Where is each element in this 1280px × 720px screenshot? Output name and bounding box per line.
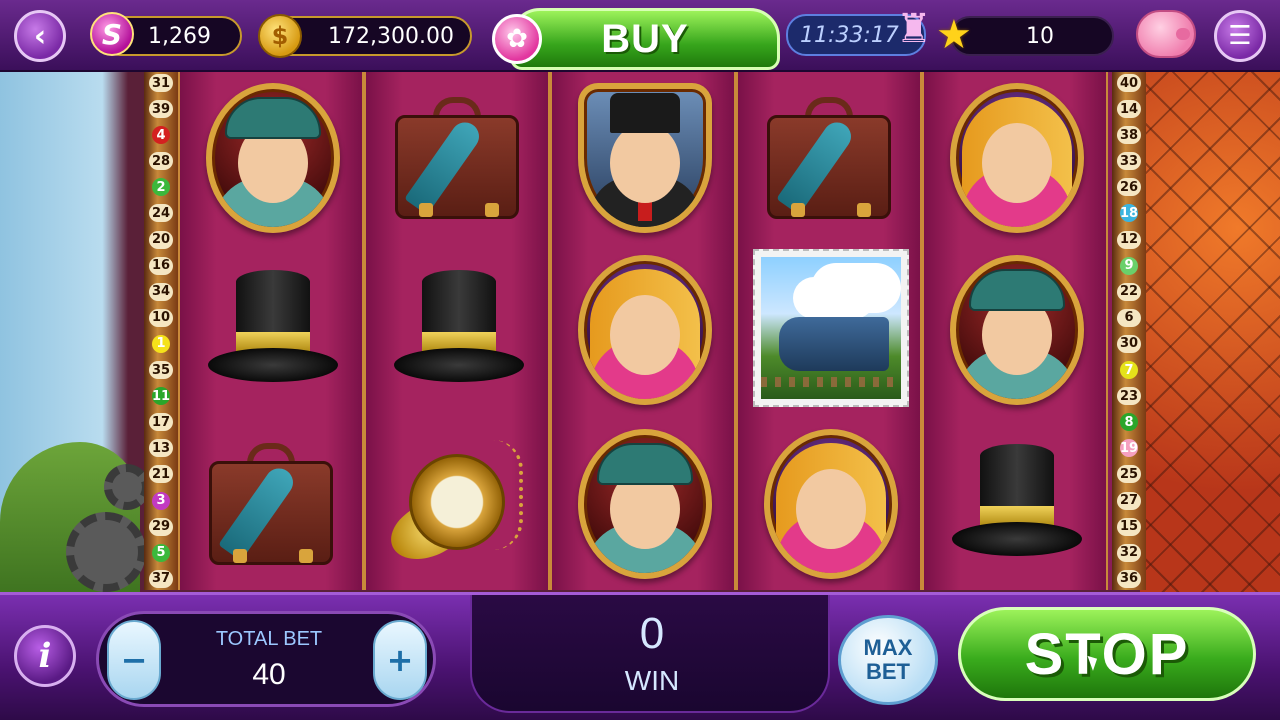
payline-number: 40 xyxy=(1117,74,1141,92)
reels-area xyxy=(178,72,1112,590)
payline-number: 14 xyxy=(1117,100,1141,119)
payline-number: 2 xyxy=(152,178,170,197)
payline-number: 10 xyxy=(149,308,173,327)
chinese-man-symbol xyxy=(937,250,1097,410)
win-value: 0 xyxy=(639,609,665,658)
payline-number: 20 xyxy=(149,230,173,249)
reel-3 xyxy=(550,72,736,590)
payline-number: 8 xyxy=(1120,413,1138,432)
top-hat-symbol xyxy=(193,250,353,410)
payline-number: 29 xyxy=(149,517,173,536)
max-bet-button[interactable]: MAX BET xyxy=(838,615,938,705)
payline-number: 9 xyxy=(1120,256,1138,275)
gift-icon[interactable]: ✿ xyxy=(492,14,542,64)
top-hat-symbol xyxy=(937,424,1097,584)
slots-currency-value: 1,269 xyxy=(148,23,211,49)
coin-icon: $ xyxy=(258,14,302,58)
hamburger-icon: ☰ xyxy=(1228,21,1252,51)
win-label: WIN xyxy=(624,665,680,696)
payline-number: 4 xyxy=(152,126,170,145)
payline-number: 23 xyxy=(1117,387,1141,406)
buy-button[interactable]: BUY xyxy=(510,8,780,70)
star-icon: ★ xyxy=(936,12,972,58)
payline-number: 27 xyxy=(1117,491,1141,510)
menu-button[interactable]: ☰ xyxy=(1214,10,1266,62)
top-bar: ‹ 1,269 S 172,300.00 $ BUY ✿ 11:33:17 ♜ … xyxy=(0,0,1280,72)
total-bet-control: − TOTAL BET 40 + xyxy=(96,611,436,707)
payline-number: 7 xyxy=(1120,361,1138,380)
reel-4 xyxy=(736,72,922,590)
stop-label: STOP xyxy=(1024,621,1190,687)
payline-number: 30 xyxy=(1117,334,1141,353)
payline-number: 11 xyxy=(151,387,171,406)
slots-currency-icon: S xyxy=(90,12,134,56)
payline-number: 15 xyxy=(1117,517,1141,536)
indian-woman-symbol xyxy=(565,250,725,410)
stars-value: 10 xyxy=(1026,23,1054,49)
payline-number: 36 xyxy=(1117,569,1141,588)
payline-numbers-right: 40 14 38 33 26 18 12 9 22 6 30 7 23 8 19 25 27 15 32 36 xyxy=(1112,72,1146,590)
payline-number: 19 xyxy=(1119,439,1139,458)
payline-number: 16 xyxy=(149,256,173,275)
timer-value: 11:33:17 xyxy=(800,22,899,48)
back-button[interactable]: ‹ xyxy=(14,10,66,62)
payline-number: 6 xyxy=(1117,308,1141,327)
plus-icon: + xyxy=(386,641,414,679)
payline-number: 34 xyxy=(149,282,173,301)
game-scene: 31 39 4 28 2 24 20 16 34 10 1 35 11 17 13 21 3 29 5 37 xyxy=(0,72,1280,592)
payline-number: 26 xyxy=(1117,178,1141,197)
payline-number: 39 xyxy=(149,100,173,119)
payline-number: 22 xyxy=(1117,282,1141,301)
suitcase-symbol xyxy=(379,78,539,238)
hot-air-balloon-background xyxy=(1140,72,1280,592)
top-hat-symbol xyxy=(379,250,539,410)
payline-number: 24 xyxy=(149,204,173,223)
payline-numbers-left: 31 39 4 28 2 24 20 16 34 10 1 35 11 17 13 21 3 29 5 37 xyxy=(144,72,178,590)
payline-number: 13 xyxy=(149,439,173,458)
back-chevron-icon: ‹ xyxy=(33,18,47,54)
payline-number: 32 xyxy=(1117,543,1141,562)
payline-number: 21 xyxy=(149,465,173,484)
chinese-man-symbol xyxy=(565,424,725,584)
pocket-watch-symbol xyxy=(379,424,539,584)
gear-icon xyxy=(66,512,146,592)
payline-number: 12 xyxy=(1117,230,1141,249)
piggy-bank-icon[interactable] xyxy=(1136,10,1196,58)
win-display: 0 WIN xyxy=(470,595,830,713)
tower-icon: ♜ xyxy=(896,6,932,52)
payline-number: 5 xyxy=(152,543,170,562)
reel-5 xyxy=(922,72,1108,590)
chinese-man-symbol xyxy=(193,78,353,238)
indian-woman-symbol xyxy=(937,78,1097,238)
payline-number: 37 xyxy=(149,569,173,588)
info-icon: i xyxy=(38,636,52,676)
increase-bet-button[interactable]: + xyxy=(373,620,427,700)
coin-balance-value: 172,300.00 xyxy=(328,23,454,49)
indian-woman-symbol xyxy=(751,424,911,584)
payline-number: 18 xyxy=(1119,204,1139,223)
suitcase-symbol xyxy=(751,78,911,238)
stop-button[interactable]: STOP xyxy=(958,607,1256,701)
train-stamp-symbol xyxy=(751,248,911,408)
payline-number: 35 xyxy=(149,361,173,380)
payline-number: 1 xyxy=(152,334,170,353)
payline-number: 31 xyxy=(149,74,173,92)
payline-number: 28 xyxy=(149,152,173,171)
payline-number: 3 xyxy=(152,491,170,510)
payline-number: 17 xyxy=(149,413,173,432)
reel-1 xyxy=(178,72,364,590)
stars-balance: 10 xyxy=(950,16,1114,56)
payline-number: 38 xyxy=(1117,126,1141,145)
gentleman-symbol xyxy=(565,78,725,238)
buy-label: BUY xyxy=(601,16,689,61)
info-button[interactable]: i xyxy=(14,625,76,687)
payline-number: 33 xyxy=(1117,152,1141,171)
max-bet-label-line1: MAX xyxy=(863,635,913,660)
suitcase-symbol xyxy=(193,424,353,584)
max-bet-label-line2: BET xyxy=(865,659,910,684)
reel-2 xyxy=(364,72,550,590)
payline-number: 25 xyxy=(1117,465,1141,484)
